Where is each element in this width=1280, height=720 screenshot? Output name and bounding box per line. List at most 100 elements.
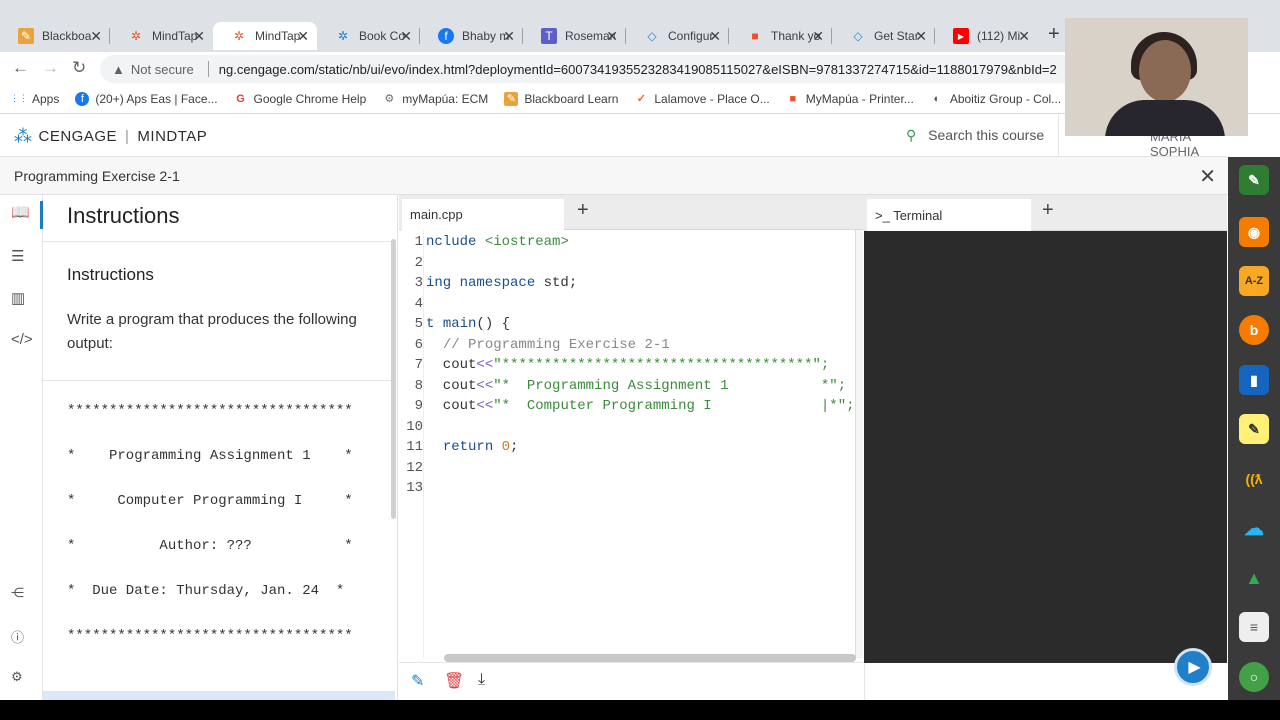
file-tab-main-cpp[interactable]: main.cpp	[402, 199, 564, 230]
panel-title: Instructions	[67, 203, 180, 228]
cengage-logo-icon: ⁂	[14, 126, 33, 146]
editor-tab-bar: main.cpp +	[399, 195, 864, 230]
bookmark-facebook[interactable]: f (20+) Aps Eas | Face...	[75, 91, 218, 106]
close-activity-button[interactable]: ✕	[1199, 164, 1216, 189]
google-drive-icon[interactable]: ▲	[1239, 563, 1269, 593]
security-status[interactable]: Not secure	[131, 62, 194, 77]
onedrive-icon[interactable]: ☁	[1239, 513, 1269, 543]
close-tab-icon[interactable]: ✕	[915, 28, 927, 45]
bookmark-blackboard[interactable]: ✎ Blackboard Learn	[504, 91, 619, 106]
product-name: MINDTAP	[137, 128, 208, 145]
browser-tab-book-co[interactable]: ✲ Book Co ✕	[317, 22, 420, 50]
book-app-icon[interactable]: ▮	[1239, 365, 1269, 395]
app-circle-icon[interactable]: ○	[1239, 662, 1269, 692]
microsoft-icon: ■	[789, 92, 797, 105]
close-tab-icon[interactable]: ✕	[400, 28, 412, 45]
browser-tab-vscode-get-started[interactable]: ◇ Get Star ✕	[832, 22, 935, 50]
cengage-header: ⁂ CENGAGE | MINDTAP ⚲ Search this course…	[0, 115, 1228, 159]
trash-icon[interactable]: 🗑	[444, 671, 464, 691]
bookmark-label: myMapúa: ECM	[402, 91, 489, 106]
book-icon[interactable]: 📖	[11, 203, 30, 221]
add-terminal-button[interactable]: +	[1042, 199, 1054, 222]
close-tab-icon[interactable]: ✕	[606, 28, 618, 45]
blackboard-icon: ✎	[504, 91, 519, 106]
bookmark-aboitiz[interactable]: ◐ Aboitiz Group - Col...	[930, 92, 1061, 106]
a-z-icon[interactable]: A-Z	[1239, 266, 1269, 296]
terminal-output[interactable]	[864, 231, 1227, 663]
bookmark-apps[interactable]: ⋮⋮ Apps	[10, 92, 59, 106]
editor-splitter[interactable]	[855, 230, 863, 658]
vscode-icon: ◇	[647, 29, 657, 43]
bookmark-label: Blackboard Learn	[524, 91, 619, 106]
expected-output-line: * Author: ??? *	[67, 538, 353, 554]
readspeaker-icon[interactable]: ((ƛ	[1239, 464, 1269, 494]
blackboard-icon: ✎	[18, 28, 34, 44]
pencil-icon[interactable]: ✎	[411, 671, 424, 691]
instructions-scrollbar[interactable]	[391, 239, 396, 519]
bar-chart-icon[interactable]: ▥	[11, 289, 25, 307]
close-tab-icon[interactable]: ✕	[193, 28, 205, 45]
add-file-button[interactable]: +	[577, 199, 589, 222]
code-area[interactable]: 1 2 3 4 5 6 7 8 9 10 11 12 13 nclude <io…	[399, 230, 857, 658]
share-icon[interactable]: ⋲	[11, 585, 24, 601]
code-line: ing namespace std;	[426, 275, 578, 291]
code-icon[interactable]: </>	[11, 331, 33, 348]
close-tab-icon[interactable]: ✕	[297, 28, 309, 45]
browser-tab-mindtap-active[interactable]: ✲ MindTap ✕	[213, 22, 317, 50]
browser-tab-youtube[interactable]: ▶ (112) Mi ✕	[935, 22, 1038, 50]
gear-icon[interactable]: ⚙	[11, 669, 23, 685]
close-tab-icon[interactable]: ✕	[503, 28, 515, 45]
cengage-logo[interactable]: ⁂ CENGAGE | MINDTAP	[14, 126, 207, 147]
browser-tab-microsoft[interactable]: ■ Thank yo ✕	[729, 22, 832, 50]
b-icon[interactable]: b	[1239, 315, 1269, 345]
bookmark-label: Aboitiz Group - Col...	[949, 91, 1062, 106]
globe-icon: ◐	[933, 92, 941, 105]
terminal-tab-bar: >_ Terminal +	[864, 195, 1227, 231]
address-bar[interactable]: ▲ Not secure ng.cengage.com/static/nb/ui…	[100, 55, 1100, 83]
bookmark-mymapua-ecm[interactable]: ⚙ myMapúa: ECM	[382, 92, 488, 106]
browser-tab-facebook[interactable]: f Bhaby m ✕	[420, 22, 523, 50]
pencil-app-icon[interactable]: ✎	[1239, 165, 1269, 195]
url-text[interactable]: ng.cengage.com/static/nb/ui/evo/index.ht…	[219, 62, 1057, 77]
notes-icon[interactable]: ✎	[1239, 414, 1269, 444]
forward-arrow-icon[interactable]: →	[42, 58, 59, 78]
download-icon[interactable]: ⤓	[478, 671, 485, 689]
google-icon: G	[236, 92, 245, 105]
teams-icon: T	[541, 28, 557, 44]
lalamove-icon: ✓	[636, 93, 646, 105]
editor-toolbar: ✎ 🗑 ⤓	[399, 662, 864, 700]
document-icon[interactable]: ≡	[1239, 612, 1269, 642]
expected-output-line: **********************************	[67, 403, 353, 419]
bookmark-mymapua-printer[interactable]: ■ MyMapúa - Printer...	[786, 92, 913, 106]
activity-title: Programming Exercise 2-1	[14, 168, 180, 184]
instructions-panel: Instructions Instructions Write a progra…	[43, 195, 398, 700]
close-tab-icon[interactable]: ✕	[90, 28, 102, 45]
back-arrow-icon[interactable]: ←	[12, 58, 29, 78]
rss-icon[interactable]: ◉	[1239, 217, 1269, 247]
browser-tab-vscode-configure[interactable]: ◇ Configur ✕	[626, 22, 729, 50]
close-tab-icon[interactable]: ✕	[812, 28, 824, 45]
help-icon[interactable]: ⓘ	[11, 627, 24, 646]
course-search[interactable]: ⚲ Search this course	[906, 127, 1044, 144]
bookmark-lalamove[interactable]: ✓ Lalamove - Place O...	[634, 92, 770, 106]
run-button[interactable]: ▶	[1174, 648, 1212, 686]
youtube-icon: ▶	[953, 28, 969, 44]
checklist-icon[interactable]: ☰	[11, 247, 24, 265]
editor-horizontal-scrollbar[interactable]	[444, 654, 856, 662]
browser-tab-mindtap-1[interactable]: ✲ MindTap ✕	[110, 22, 213, 50]
browser-tab-blackboard[interactable]: ✎ Blackboard ✕	[0, 22, 110, 50]
close-tab-icon[interactable]: ✕	[709, 28, 721, 45]
new-tab-button[interactable]: +	[1048, 23, 1060, 46]
bookmark-chrome-help[interactable]: G Google Chrome Help	[234, 92, 366, 106]
reload-icon[interactable]: ↻	[72, 58, 86, 78]
mindtap-icon: ✲	[233, 29, 245, 43]
terminal-tab[interactable]: >_ Terminal	[867, 199, 1031, 231]
brand-name: CENGAGE	[38, 128, 118, 145]
code-line: // Programming Exercise 2-1	[442, 336, 670, 353]
microsoft-icon: ■	[751, 29, 759, 43]
browser-tab-teams[interactable]: T Roseman ✕	[523, 22, 626, 50]
close-tab-icon[interactable]: ✕	[1018, 28, 1030, 45]
instructions-text: Write a program that produces the follow…	[67, 311, 357, 352]
expected-output-line: **********************************	[67, 628, 353, 644]
code-line: cout<<"* Programming Assignment 1 *";	[426, 377, 847, 394]
